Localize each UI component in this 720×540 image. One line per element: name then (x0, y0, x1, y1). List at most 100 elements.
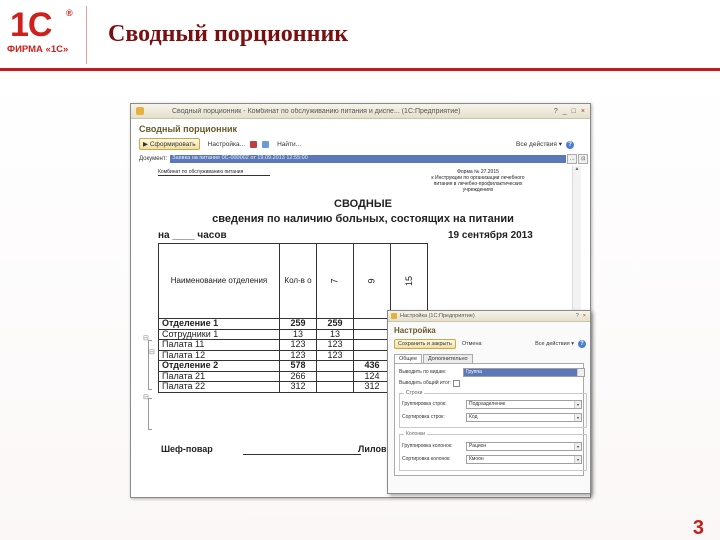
open-button[interactable]: ⊡ (578, 153, 589, 164)
chef-label: Шеф-повар (161, 444, 213, 454)
row-sort-label: Сортировка строк: (402, 414, 445, 420)
generate-label: Сформировать (149, 141, 196, 148)
find-button[interactable]: Найти... (277, 141, 301, 148)
row-count: 259 (279, 318, 317, 330)
logo-text: 1С (10, 6, 52, 44)
dialog-titlebar[interactable]: Настройка (1С:Предприятие) ? × (388, 311, 590, 322)
col-grouping-row: Группировка колонок: Рацион ▾ (402, 441, 582, 451)
rows-group: Строки Группировка строк: Подразделение ▾… (399, 390, 587, 428)
document-label: Документ: (139, 155, 168, 162)
scroll-up-icon[interactable]: ▲ (573, 166, 581, 172)
logo: 1С ® ФИРМА «1С» (0, 0, 85, 70)
dialog-help-icon[interactable]: ? (576, 313, 579, 319)
row-grouping-field[interactable]: Подразделение ▾ (466, 399, 582, 409)
report-date: 19 сентября 2013 (448, 230, 533, 241)
group-bracket (148, 340, 152, 390)
header-col-7: 7 (316, 243, 354, 319)
row-c1: 123 (316, 339, 354, 351)
row-name: Сотрудники 1 (158, 328, 280, 340)
output-label: Выводить по видам: (399, 369, 447, 375)
minimize-icon[interactable]: _ (563, 108, 567, 115)
maximize-icon[interactable]: □ (572, 108, 576, 115)
logo-registered: ® (66, 8, 73, 18)
row-sort-field[interactable]: Код ▾ (466, 412, 582, 422)
organization-name: Комбинат по обслуживанию питания (158, 169, 270, 176)
print-icon[interactable] (250, 140, 258, 148)
logo-1c-mark: 1С ® (10, 6, 73, 45)
row-sort-row: Сортировка строк: Код ▾ (402, 412, 582, 422)
row-count: 123 (279, 339, 317, 351)
all-actions-menu[interactable]: Все действия ▾? (516, 140, 574, 149)
cancel-button[interactable]: Отмена (462, 341, 482, 347)
dialog-title: Настройка (1С:Предприятие) (400, 313, 475, 319)
form-reference: Форма № 27.2015 к Инструкции по организа… (418, 169, 538, 193)
settings-button[interactable]: Настройка... (208, 141, 245, 148)
header-divider (86, 6, 87, 64)
slide-title: Сводный порционник (108, 21, 349, 47)
logo-caption: ФИРМА «1С» (7, 44, 69, 55)
col-grouping-field[interactable]: Рацион ▾ (466, 441, 582, 451)
close-icon[interactable]: × (581, 108, 585, 115)
col-sort-label: Сортировка колонок: (402, 456, 451, 462)
columns-group: Колонки Группировка колонок: Рацион ▾ Сор… (399, 431, 587, 471)
select-button[interactable]: … (567, 153, 578, 164)
row-c2: 124 (353, 370, 391, 382)
document-row: Документ: Заявка на питание 0С-000002 от… (131, 153, 590, 164)
row-c2 (353, 328, 391, 340)
form-ref-line: учреждениях (462, 187, 494, 193)
form-title: Сводный порционник (139, 124, 238, 134)
header-name: Наименование отделения (158, 243, 280, 319)
help-button[interactable]: ? (566, 140, 574, 149)
chef-name: Лилов (358, 444, 387, 454)
dialog-tabs: Общее Дополнительно (388, 354, 590, 363)
row-c2: 312 (353, 381, 391, 393)
dialog-all-actions-menu[interactable]: Все действия ▾? (535, 340, 586, 348)
tab-general[interactable]: Общее (394, 354, 423, 363)
row-c2 (353, 318, 391, 330)
hours-label: на ____ часов (158, 230, 227, 241)
table-header: Наименование отделения Кол-в о 7 9 15 (158, 243, 428, 319)
app-icon (391, 313, 397, 319)
row-name: Палата 11 (158, 339, 280, 351)
row-name: Палата 21 (158, 370, 280, 382)
document-field[interactable]: Заявка на питание 0С-000002 от 19.09.201… (170, 154, 567, 163)
report-subtitle: сведения по наличию больных, состоящих н… (212, 213, 514, 225)
tab-additional[interactable]: Дополнительно (423, 354, 473, 363)
page-number: 3 (692, 517, 704, 539)
row-name: Отделение 2 (158, 360, 280, 372)
dropdown-icon[interactable]: ▾ (574, 442, 581, 450)
header-col-15: 15 (390, 243, 428, 319)
row-c1: 123 (316, 349, 354, 361)
generate-button[interactable]: ▶ Сформировать (139, 138, 200, 150)
dialog-help-button[interactable]: ? (578, 340, 586, 348)
total-row: Выводить общий итог: (399, 379, 460, 387)
header-count: Кол-в о (279, 243, 317, 319)
group-bracket (148, 398, 152, 430)
dropdown-icon[interactable]: ▾ (574, 455, 581, 463)
window-titlebar[interactable]: Сводный порционник - Комбинат по обслужи… (131, 104, 590, 119)
col-sort-row: Сортировка колонок: Кмоон ▾ (402, 454, 582, 464)
dropdown-icon[interactable]: ▾ (574, 413, 581, 421)
title-rule (0, 68, 720, 71)
window-title: Сводный порционник - Комбинат по обслужи… (172, 107, 461, 115)
dialog-close-icon[interactable]: × (583, 313, 586, 319)
dropdown-icon[interactable]: ▾ (574, 400, 581, 408)
total-checkbox[interactable] (452, 379, 460, 387)
dropdown-icon[interactable]: ▾ (577, 368, 584, 376)
output-field[interactable]: Группа ▾ (463, 367, 585, 377)
row-c1 (316, 381, 354, 393)
help-icon[interactable]: ? (554, 108, 558, 115)
col-sort-field[interactable]: Кмоон ▾ (466, 454, 582, 464)
row-grouping-row: Группировка строк: Подразделение ▾ (402, 399, 582, 409)
row-count: 13 (279, 328, 317, 340)
total-label: Выводить общий итог: (399, 380, 451, 386)
row-count: 266 (279, 370, 317, 382)
output-row: Выводить по видам: Группа ▾ (399, 367, 585, 377)
app-icon (136, 107, 144, 115)
save-close-button[interactable]: Сохранить и закрыть (394, 339, 456, 349)
row-c2 (353, 349, 391, 361)
row-c2 (353, 339, 391, 351)
row-count: 578 (279, 360, 317, 372)
row-c2: 436 (353, 360, 391, 372)
save-icon[interactable] (262, 140, 270, 148)
